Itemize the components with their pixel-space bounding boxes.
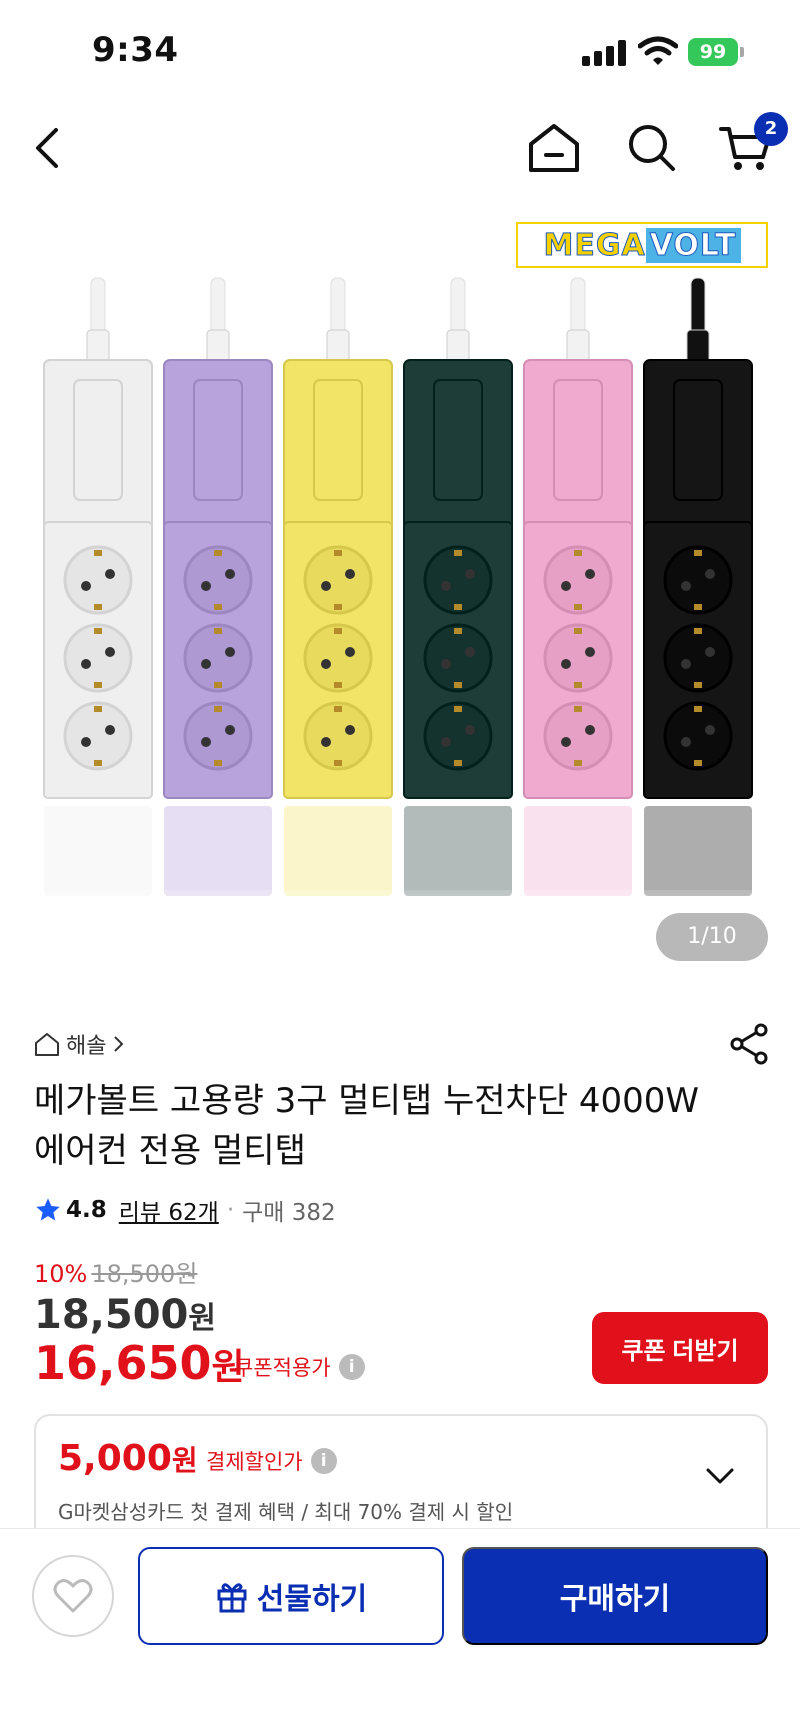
sale-price: 18,500원 (34, 1292, 216, 1338)
review-count-link[interactable]: 리뷰 62개 (119, 1193, 219, 1227)
payment-discount-price: 5,000원 (58, 1438, 198, 1479)
original-price: 18,500원 (91, 1260, 198, 1288)
purchase-count: 구매 382 (242, 1200, 336, 1226)
multitap-strip (283, 277, 393, 896)
chevron-down-icon[interactable] (700, 1456, 740, 1496)
cart-count-badge: 2 (754, 112, 788, 146)
coupon-price: 16,650원 (34, 1336, 245, 1390)
payment-discount-label: 결제할인가 i (206, 1446, 337, 1476)
image-counter: 1/10 (656, 913, 768, 961)
gift-button[interactable]: 선물하기 (138, 1547, 444, 1645)
seller-link[interactable]: 해솔 (34, 1026, 126, 1062)
bottom-action-bar: 선물하기 구매하기 (0, 1528, 800, 1731)
multitap-strip (163, 277, 273, 896)
multitap-strip (523, 277, 633, 896)
coupon-price-label: 쿠폰적용가 i (234, 1352, 365, 1382)
chevron-right-icon (114, 1036, 124, 1052)
gift-icon (217, 1583, 247, 1613)
discount-percent: 10% (34, 1260, 88, 1288)
back-icon[interactable] (16, 116, 80, 180)
product-image (0, 277, 800, 995)
seller-name: 해솔 (66, 1034, 107, 1059)
rating-row: 4.8 리뷰 62개 · 구매 382 (34, 1190, 336, 1230)
battery-level: 99 (688, 38, 738, 66)
multitap-strip (43, 277, 153, 896)
status-bar: 9:34 99 (0, 0, 800, 100)
buy-button[interactable]: 구매하기 (462, 1547, 768, 1645)
more-coupons-button[interactable]: 쿠폰 더받기 (592, 1312, 768, 1384)
star-icon (36, 1198, 60, 1221)
price-block: 10% 18,500원 (34, 1258, 774, 1290)
wishlist-button[interactable] (32, 1555, 114, 1637)
gift-button-label: 선물하기 (256, 1583, 368, 1616)
battery-icon: 99 (688, 38, 744, 66)
wifi-icon (637, 36, 679, 66)
brand-logo: MEGA VOLT (516, 222, 768, 268)
payment-benefit-description: G마켓삼성카드 첫 결제 혜택 / 최대 70% 결제 시 할인 (58, 1500, 514, 1524)
store-home-icon (35, 1033, 59, 1056)
product-image-gallery[interactable] (0, 200, 800, 995)
home-icon[interactable] (522, 116, 586, 180)
cellular-signal-icon (582, 40, 626, 66)
multitap-strip (403, 277, 513, 896)
search-icon[interactable] (620, 116, 684, 180)
product-title: 메가볼트 고용량 3구 멀티탭 누전차단 4000W 에어컨 전용 멀티탭 (34, 1081, 700, 1171)
info-icon[interactable]: i (338, 1354, 365, 1380)
nav-bar (0, 100, 800, 200)
share-icon[interactable] (728, 1022, 772, 1066)
status-time: 9:34 (92, 30, 179, 70)
multitap-strip (643, 277, 753, 896)
heart-icon (53, 1579, 93, 1613)
payment-discount-card[interactable]: 5,000원 결제할인가 i G마켓삼성카드 첫 결제 혜택 / 최대 70% … (34, 1414, 768, 1544)
rating-value: 4.8 (66, 1197, 107, 1223)
info-icon[interactable]: i (310, 1448, 337, 1474)
